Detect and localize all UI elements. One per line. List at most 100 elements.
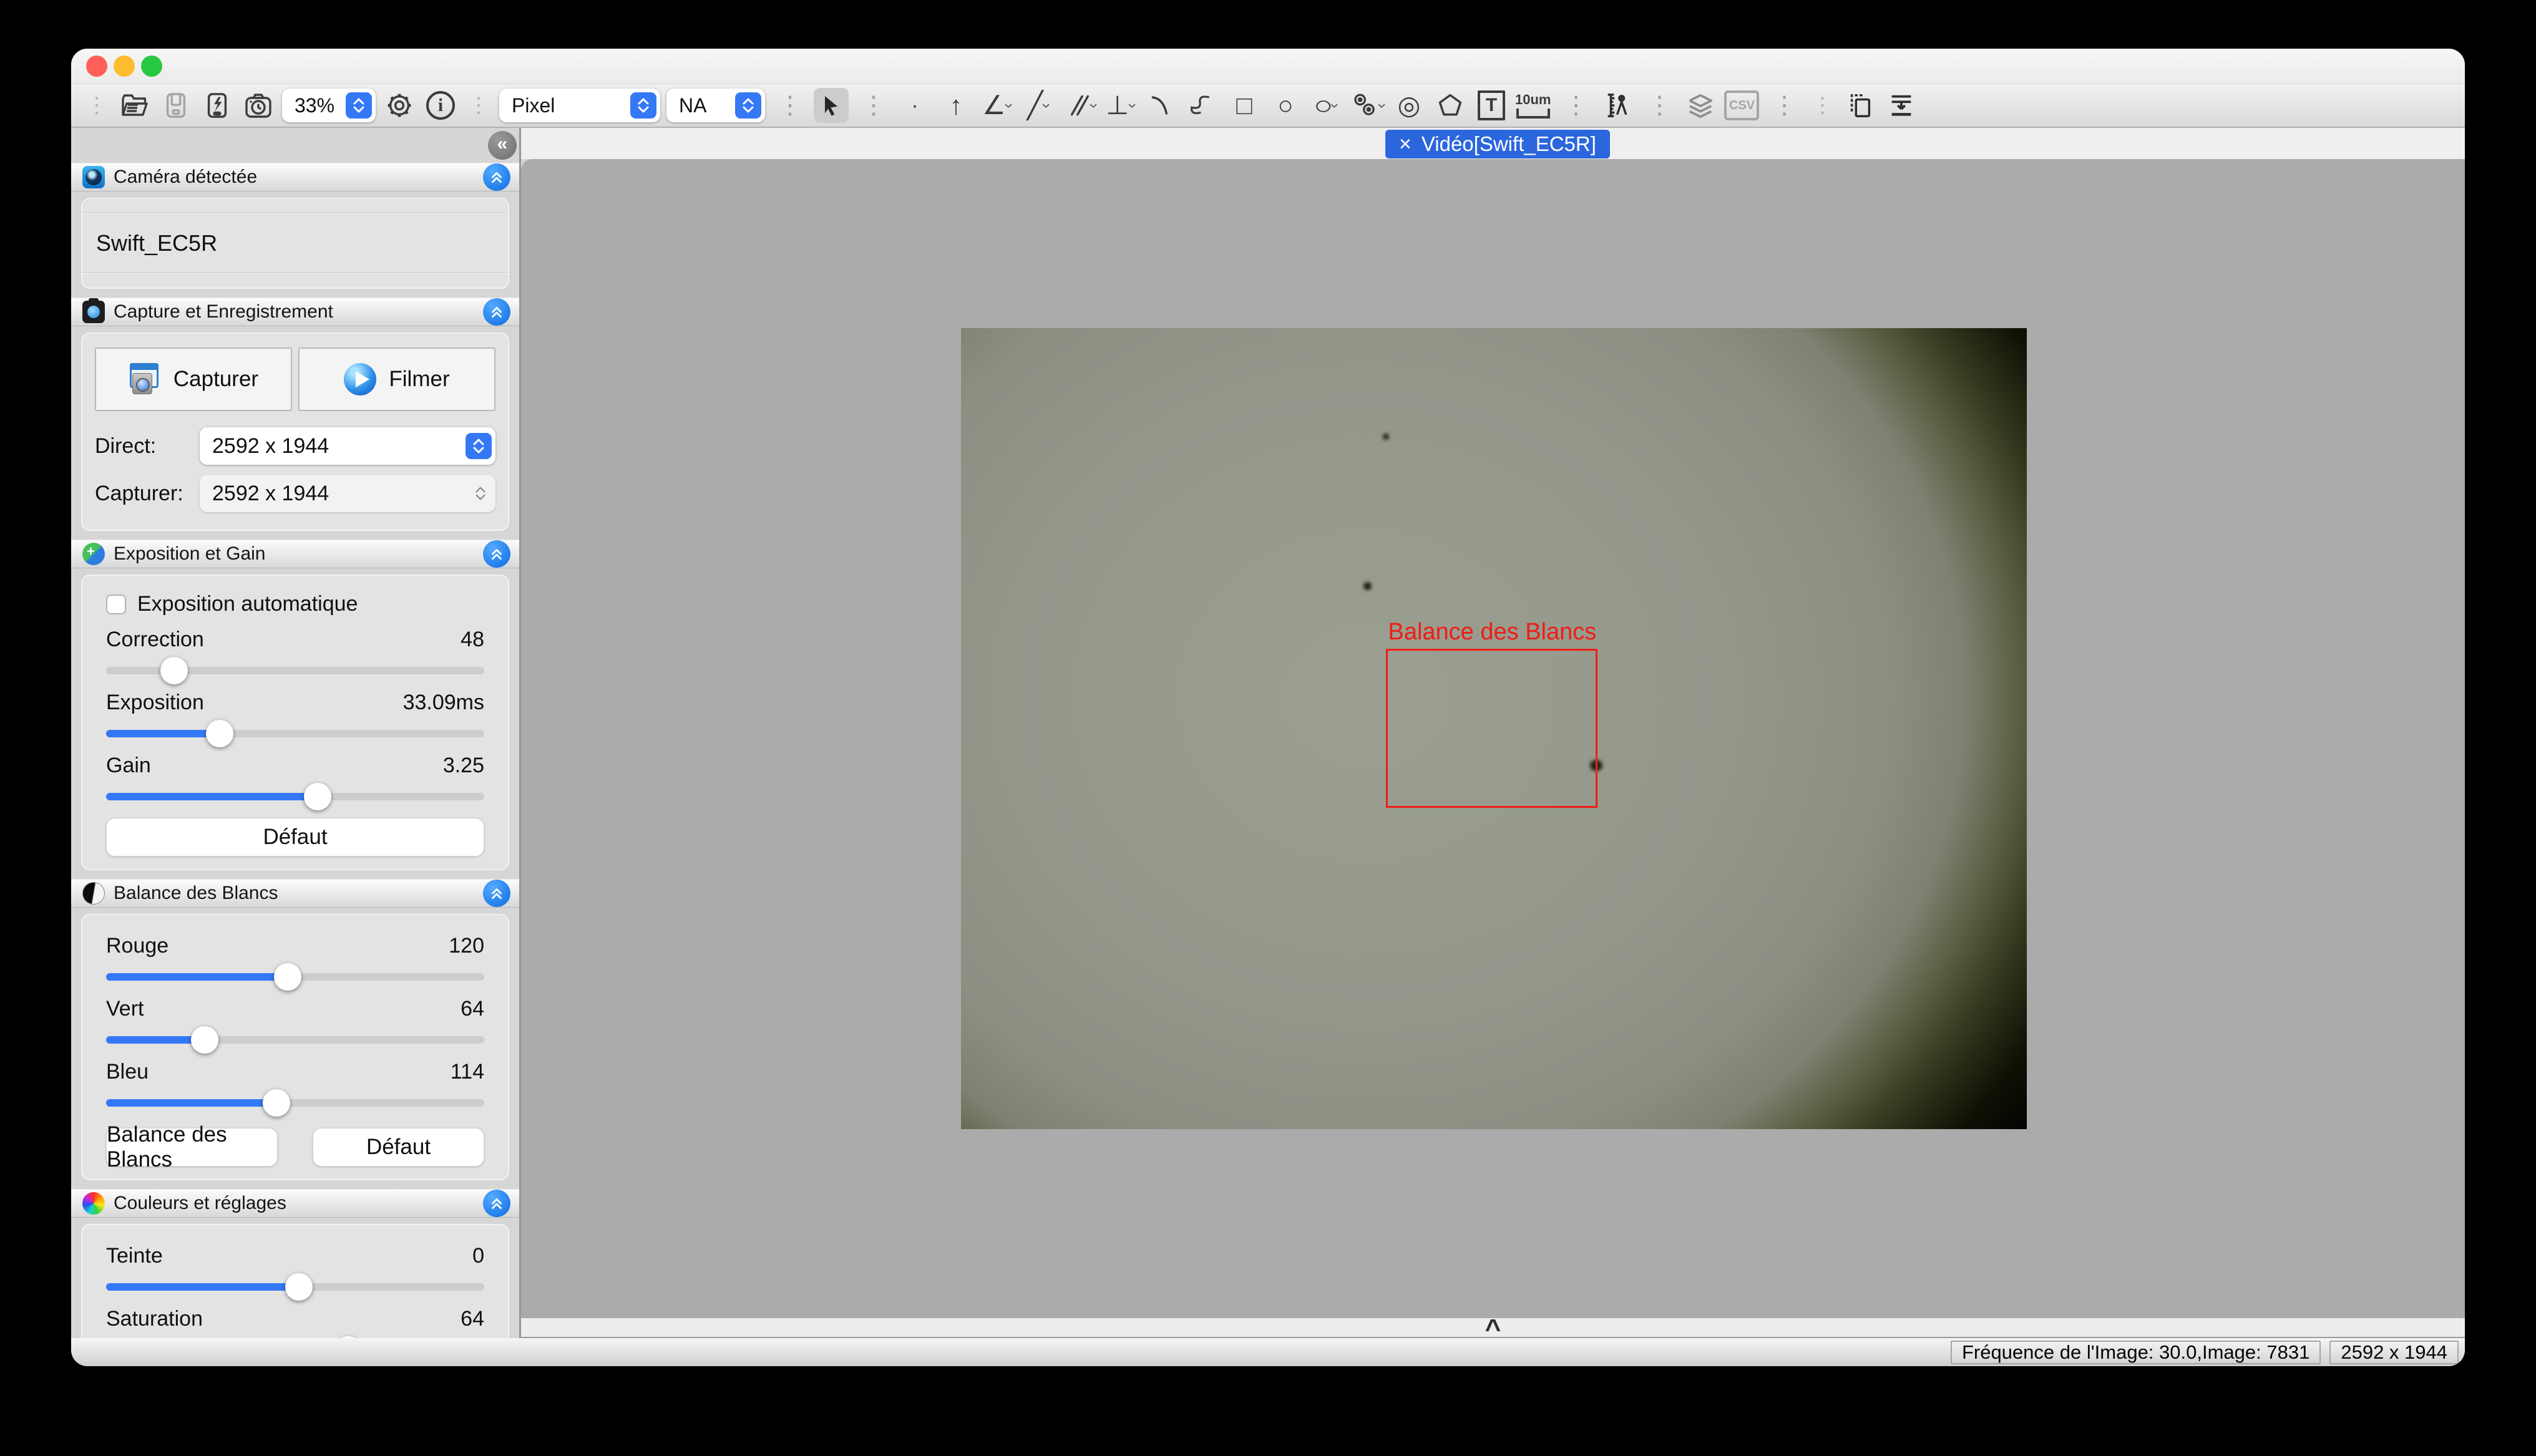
live-video-frame[interactable]: Balance des Blancs	[961, 328, 2027, 1129]
annulus-tool-button[interactable]: ›	[1350, 88, 1385, 123]
settings-gear-button[interactable]	[382, 88, 417, 123]
open-file-button[interactable]	[117, 88, 152, 123]
perpendicular-tool-button[interactable]: ⊥›	[1103, 88, 1138, 123]
exposure-panel-header[interactable]: Exposition et Gain	[71, 540, 519, 568]
correction-slider-track[interactable]	[106, 667, 484, 674]
viewer-area: × Vidéo[Swift_EC5R] Balance des Blancs	[521, 128, 2465, 1338]
toolbar-drag-handle: ⋮	[464, 95, 493, 116]
color-wheel-icon	[82, 1192, 105, 1215]
blue-slider-thumb[interactable]	[263, 1089, 290, 1117]
white-balance-roi-rect[interactable]: Balance des Blancs	[1386, 649, 1597, 808]
gain-slider-thumb[interactable]	[304, 783, 331, 810]
panel-title: Caméra détectée	[114, 167, 257, 188]
exposure-slider-track[interactable]	[106, 730, 484, 737]
live-resolution-stepper[interactable]	[466, 433, 492, 459]
duplicate-button[interactable]	[1843, 88, 1878, 123]
capture-button[interactable]: Capturer	[95, 347, 292, 411]
concentric-circles-tool-button[interactable]: ◎	[1392, 88, 1426, 123]
collapse-panel-button[interactable]	[483, 1190, 510, 1217]
green-slider-thumb[interactable]	[191, 1026, 218, 1054]
arrow-up-icon: ↑	[950, 92, 963, 119]
white-balance-default-button[interactable]: Défaut	[313, 1128, 484, 1167]
circle-icon: ○	[1277, 92, 1293, 119]
white-balance-button[interactable]: Balance des Blancs	[106, 1128, 278, 1167]
zoom-window-button[interactable]	[141, 56, 162, 77]
info-button[interactable]: i	[423, 88, 458, 123]
line-tool-button[interactable]: ╱›	[1021, 88, 1056, 123]
save-button[interactable]	[158, 88, 193, 123]
red-slider-track[interactable]	[106, 973, 484, 981]
close-tab-icon[interactable]: ×	[1399, 133, 1412, 155]
slider-value: 3.25	[443, 754, 484, 778]
text-tool-button[interactable]: T	[1474, 88, 1509, 123]
blue-slider-track[interactable]	[106, 1099, 484, 1107]
polygon-tool-button[interactable]	[1433, 88, 1468, 123]
arc-tool-button[interactable]	[1144, 88, 1179, 123]
export-csv-button[interactable]: CSV	[1724, 88, 1759, 123]
burst-capture-button[interactable]	[200, 88, 235, 123]
sidebar-collapse-button[interactable]: «	[488, 131, 517, 160]
collapse-panel-button[interactable]	[483, 880, 510, 907]
record-button[interactable]: Filmer	[298, 347, 495, 411]
hue-slider-thumb[interactable]	[285, 1273, 313, 1301]
control-sidebar: « Caméra détectée Swift_EC5R	[71, 128, 521, 1338]
status-bar: Fréquence de l'Image: 30.0,Image: 7831 2…	[71, 1338, 2465, 1366]
slider-label: Correction	[106, 628, 204, 652]
exposure-default-button[interactable]: Défaut	[106, 818, 484, 857]
measurements-tool-button[interactable]	[1599, 88, 1634, 123]
exposure-slider-thumb[interactable]	[206, 720, 233, 747]
na-stepper[interactable]	[735, 92, 761, 119]
unit-select[interactable]: Pixel	[499, 89, 660, 122]
arrow-tool-button[interactable]: ↑	[939, 88, 973, 123]
red-slider-thumb[interactable]	[274, 963, 301, 991]
rectangle-icon: □	[1236, 92, 1252, 119]
toolbar-divider: ⋮	[855, 93, 891, 118]
capture-panel-header[interactable]: Capture et Enregistrement	[71, 298, 519, 326]
correction-slider-thumb[interactable]	[160, 657, 188, 684]
curve-tool-button[interactable]	[1186, 88, 1221, 123]
auto-exposure-checkbox[interactable]	[106, 595, 126, 614]
point-tool-button[interactable]: ·	[897, 88, 932, 123]
toolbar: ⋮ 33%	[71, 84, 2465, 128]
ellipse-tool-button[interactable]: ○›	[1309, 88, 1344, 123]
zoom-select[interactable]: 33%	[282, 89, 376, 122]
angle-tool-button[interactable]: ∠›	[980, 88, 1015, 123]
collapse-panel-button[interactable]	[483, 163, 510, 191]
hue-slider-group: Teinte 0	[106, 1244, 484, 1291]
point-icon: ·	[911, 95, 918, 116]
circle-tool-button[interactable]: ○	[1268, 88, 1303, 123]
gain-slider-track[interactable]	[106, 793, 484, 800]
parallel-lines-tool-button[interactable]: ›	[1062, 88, 1097, 123]
na-select[interactable]: NA	[666, 89, 765, 122]
collapse-panel-button[interactable]	[483, 540, 510, 568]
timed-capture-button[interactable]	[241, 88, 276, 123]
slider-fill	[106, 793, 318, 800]
camera-name-item[interactable]: Swift_EC5R	[91, 214, 499, 273]
white-balance-panel-body: Rouge 120 Vert 64	[81, 914, 509, 1180]
close-window-button[interactable]	[86, 56, 107, 77]
panel-title: Capture et Enregistrement	[114, 301, 333, 323]
scale-bar-tool-button[interactable]: 10um	[1515, 88, 1551, 123]
color-panel-header[interactable]: Couleurs et réglages	[71, 1189, 519, 1218]
camera-panel-body: Swift_EC5R	[81, 198, 509, 289]
zoom-stepper[interactable]	[346, 92, 372, 119]
info-icon: i	[426, 91, 455, 120]
resolution-status: 2592 x 1944	[2329, 1341, 2459, 1364]
pointer-tool-button[interactable]	[814, 88, 849, 123]
white-balance-panel-header[interactable]: Balance des Blancs	[71, 879, 519, 908]
hue-slider-track[interactable]	[106, 1283, 484, 1291]
rectangle-tool-button[interactable]: □	[1227, 88, 1262, 123]
minimize-window-button[interactable]	[114, 56, 135, 77]
camera-panel-header[interactable]: Caméra détectée	[71, 163, 519, 192]
video-canvas[interactable]: Balance des Blancs	[521, 159, 2465, 1318]
snap-resolution-select[interactable]: 2592 x 1944	[200, 475, 495, 512]
green-slider-track[interactable]	[106, 1036, 484, 1044]
layers-button[interactable]	[1683, 88, 1718, 123]
flatten-export-button[interactable]	[1884, 88, 1919, 123]
collapse-panel-button[interactable]	[483, 298, 510, 326]
live-resolution-select[interactable]: 2592 x 1944	[200, 427, 495, 465]
chevron-down-icon: ›	[1325, 103, 1345, 109]
dust-speck	[1363, 582, 1372, 590]
unit-stepper[interactable]	[630, 92, 656, 119]
video-tab[interactable]: × Vidéo[Swift_EC5R]	[1385, 130, 1610, 158]
